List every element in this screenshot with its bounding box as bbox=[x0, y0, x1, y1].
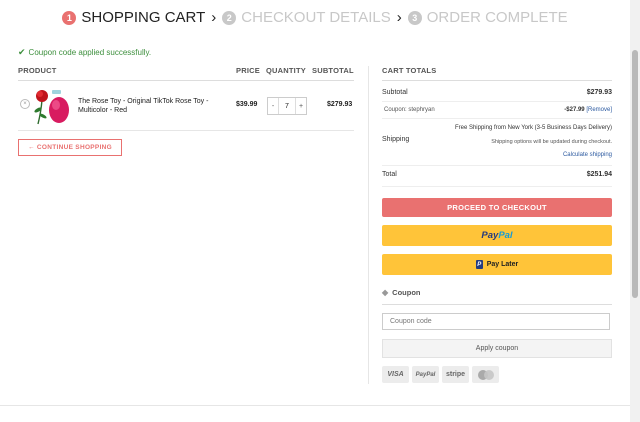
continue-shopping-button[interactable]: ← CONTINUE SHOPPING bbox=[18, 139, 122, 156]
step-number: 1 bbox=[62, 10, 77, 25]
coupon-code-input[interactable]: Coupon code bbox=[382, 313, 610, 330]
shipping-option: Free Shipping from New York (3-5 Busines… bbox=[454, 125, 612, 131]
chevron-right-icon: › bbox=[396, 9, 402, 26]
product-name-link[interactable]: The Rose Toy - Original TikTok Rose Toy … bbox=[78, 97, 218, 115]
payment-icons: VISA PayPal stripe bbox=[382, 366, 499, 383]
shipping-row: Shipping Free Shipping from New York (3-… bbox=[382, 119, 612, 166]
subtotal-row: Subtotal $279.93 bbox=[382, 81, 612, 102]
step-label: ORDER COMPLETE bbox=[426, 9, 568, 26]
apply-coupon-button[interactable]: Apply coupon bbox=[382, 339, 612, 358]
product-thumbnail[interactable] bbox=[32, 86, 70, 126]
quantity-input[interactable]: 7 bbox=[278, 98, 296, 114]
header-price: PRICE bbox=[236, 66, 260, 75]
paypal-logo-pay: Pay bbox=[481, 230, 499, 241]
step-checkout-details[interactable]: 2 CHECKOUT DETAILS bbox=[222, 9, 391, 26]
total-value: $251.94 bbox=[586, 171, 612, 178]
quantity-increase-button[interactable]: + bbox=[296, 98, 306, 114]
quantity-decrease-button[interactable]: - bbox=[268, 98, 278, 114]
stripe-icon: stripe bbox=[442, 366, 469, 383]
coupon-heading-label: Coupon bbox=[392, 288, 421, 297]
paypal-pay-later-button[interactable]: P Pay Later bbox=[382, 254, 612, 275]
column-divider bbox=[368, 66, 369, 384]
step-number: 2 bbox=[222, 10, 237, 25]
header-product: PRODUCT bbox=[18, 66, 57, 75]
total-label: Total bbox=[382, 171, 397, 178]
header-quantity: QUANTITY bbox=[266, 66, 306, 75]
paypal-button[interactable]: Pay Pal bbox=[382, 225, 612, 246]
shipping-note: Shipping options will be updated during … bbox=[491, 139, 612, 145]
remove-item-button[interactable]: × bbox=[20, 99, 30, 109]
chevron-right-icon: › bbox=[211, 9, 217, 26]
checkout-steps: 1 SHOPPING CART › 2 CHECKOUT DETAILS › 3… bbox=[0, 9, 630, 26]
proceed-to-checkout-button[interactable]: PROCEED TO CHECKOUT bbox=[382, 198, 612, 217]
cart-table-header: PRODUCT PRICE QUANTITY SUBTOTAL bbox=[18, 66, 354, 81]
header-subtotal: SUBTOTAL bbox=[312, 66, 354, 75]
paypal-icon: P bbox=[475, 260, 483, 269]
total-row: Total $251.94 bbox=[382, 166, 612, 187]
subtotal-value: $279.93 bbox=[586, 89, 612, 96]
tag-icon: ◆ bbox=[382, 288, 389, 297]
quantity-stepper: - 7 + bbox=[267, 97, 307, 115]
step-shopping-cart[interactable]: 1 SHOPPING CART bbox=[62, 9, 205, 26]
coupon-success-notice: ✔ Coupon code applied successfully. bbox=[18, 47, 151, 58]
step-number: 3 bbox=[407, 10, 422, 25]
checkmark-icon: ✔ bbox=[18, 47, 26, 57]
paypal-icon: PayPal bbox=[412, 366, 439, 383]
product-price: $39.99 bbox=[236, 101, 258, 108]
footer-divider bbox=[0, 405, 630, 406]
coupon-amount: -$27.99 bbox=[564, 107, 585, 113]
cart-totals: CART TOTALS Subtotal $279.93 Coupon: ste… bbox=[382, 66, 612, 187]
page-scrollbar[interactable] bbox=[630, 0, 640, 422]
mastercard-icon bbox=[472, 366, 499, 383]
pay-later-label: Pay Later bbox=[486, 261, 519, 268]
table-row: × The Rose Toy - Original TikTok Rose To… bbox=[18, 84, 354, 131]
paypal-logo-pal: Pal bbox=[498, 230, 513, 241]
notice-text: Coupon code applied successfully. bbox=[28, 48, 152, 57]
visa-icon: VISA bbox=[382, 366, 409, 383]
product-subtotal: $279.93 bbox=[327, 101, 353, 108]
calculate-shipping-link[interactable]: Calculate shipping bbox=[563, 152, 612, 158]
step-label: SHOPPING CART bbox=[81, 9, 206, 26]
coupon-row: Coupon: stephryan -$27.99 [Remove] bbox=[382, 102, 612, 119]
coupon-heading: ◆ Coupon bbox=[382, 288, 612, 305]
step-label: CHECKOUT DETAILS bbox=[241, 9, 391, 26]
step-order-complete: 3 ORDER COMPLETE bbox=[407, 9, 568, 26]
cart-totals-title: CART TOTALS bbox=[382, 66, 612, 81]
shipping-label: Shipping bbox=[382, 136, 410, 143]
coupon-discount: -$27.99 [Remove] bbox=[564, 107, 612, 113]
coupon-label: Coupon: stephryan bbox=[384, 107, 435, 113]
remove-coupon-link[interactable]: [Remove] bbox=[586, 107, 612, 113]
subtotal-label: Subtotal bbox=[382, 89, 408, 96]
scrollbar-thumb[interactable] bbox=[632, 50, 638, 298]
